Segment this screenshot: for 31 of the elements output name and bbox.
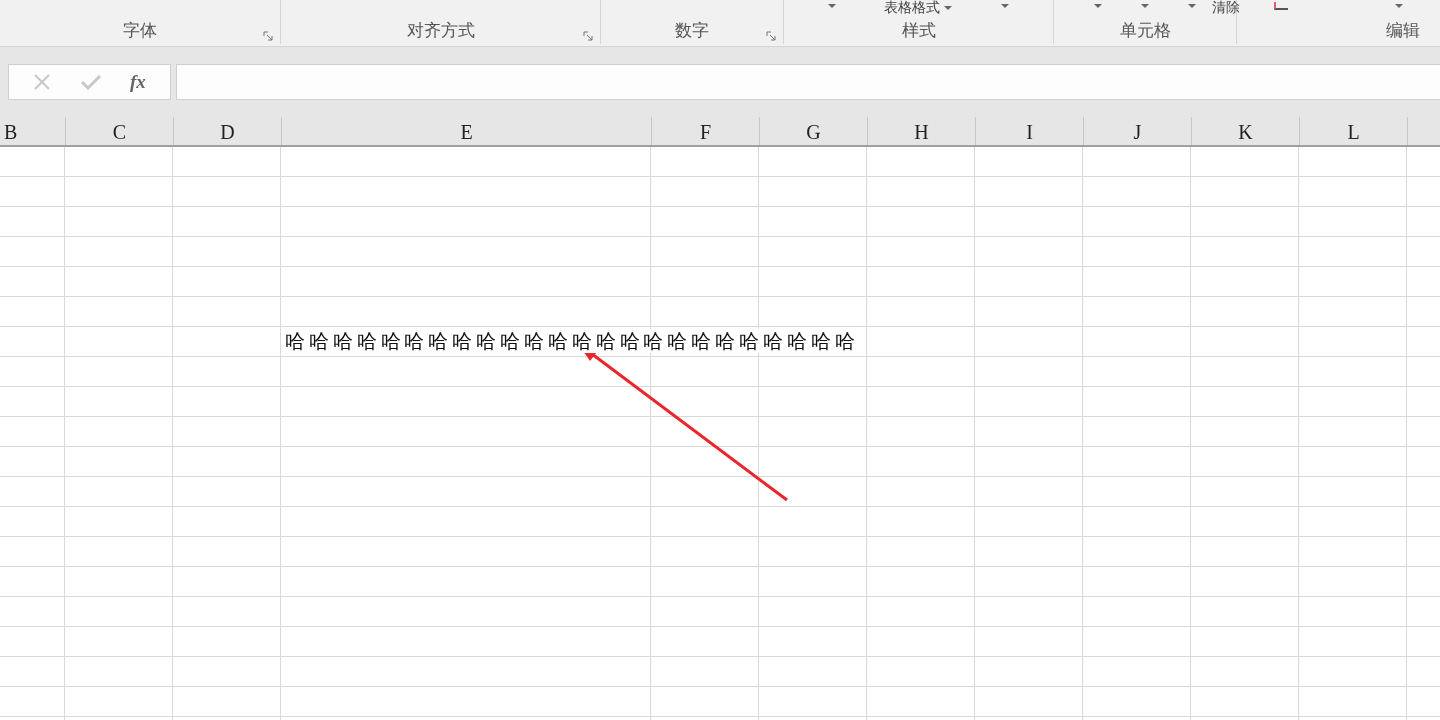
dropdown-caret-icon[interactable]: [1394, 4, 1403, 8]
column-header[interactable]: L: [1299, 117, 1407, 145]
column-header[interactable]: G: [759, 117, 867, 145]
insert-function-button[interactable]: fx: [129, 71, 146, 93]
group-label: 单元格: [1119, 19, 1171, 42]
column-header[interactable]: J: [1083, 117, 1191, 145]
dialog-launcher-icon[interactable]: [583, 31, 593, 41]
group-label: 样式: [901, 19, 936, 42]
formula-input-field[interactable]: [176, 64, 1440, 100]
group-label: 字体: [123, 19, 157, 42]
column-header[interactable]: C: [65, 117, 173, 145]
column-header[interactable]: K: [1191, 117, 1299, 145]
format-as-table-button[interactable]: 表格格式: [884, 0, 953, 14]
column-header[interactable]: F: [651, 117, 759, 145]
dropdown-caret-icon[interactable]: [828, 4, 837, 8]
group-label: 对齐方式: [406, 19, 475, 42]
column-header[interactable]: H: [867, 117, 975, 145]
dropdown-caret-icon[interactable]: [1141, 4, 1149, 8]
dropdown-caret-icon[interactable]: [1188, 4, 1197, 8]
dialog-launcher-icon[interactable]: [766, 31, 776, 41]
check-icon[interactable]: [79, 73, 102, 91]
column-header[interactable]: E: [281, 117, 651, 145]
column-header[interactable]: B: [0, 117, 65, 145]
column-header[interactable]: D: [173, 117, 281, 145]
group-label: 编辑: [1386, 19, 1420, 42]
dropdown-caret-icon[interactable]: [1000, 4, 1009, 8]
column-header[interactable]: I: [975, 117, 1083, 145]
dialog-launcher-icon[interactable]: [263, 31, 273, 41]
group-label: 数字: [675, 19, 709, 42]
dropdown-caret-icon[interactable]: [1093, 4, 1102, 8]
clear-button[interactable]: 清除: [1212, 0, 1241, 14]
